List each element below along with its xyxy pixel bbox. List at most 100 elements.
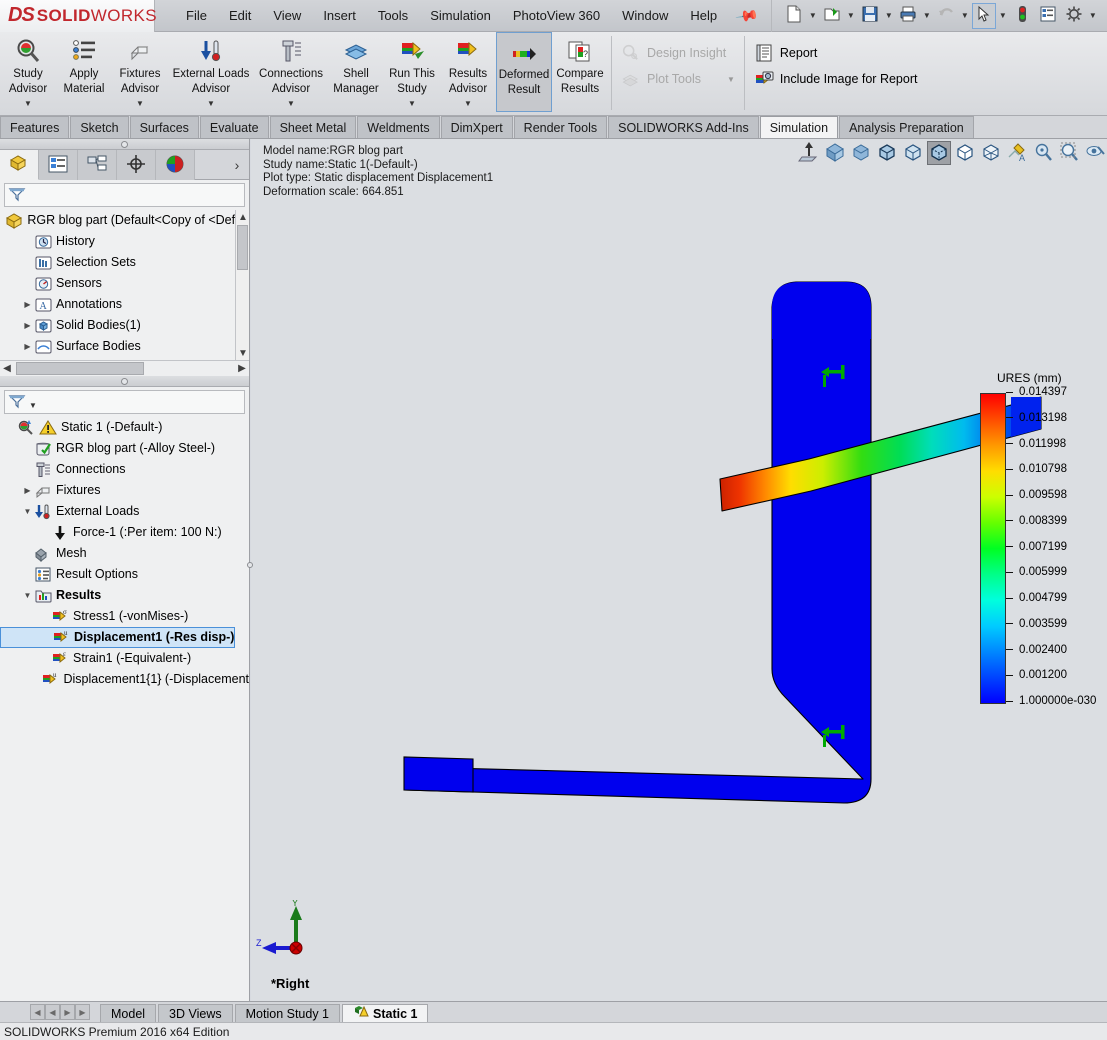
- tree-item-static-1-default-[interactable]: Static 1 (-Default-): [0, 417, 249, 438]
- tree-item-result-options[interactable]: Result Options: [0, 564, 249, 585]
- tree-item-displacement1-res-disp-[interactable]: u Displacement1 (-Res disp-): [0, 627, 236, 648]
- tab-weldments[interactable]: Weldments: [357, 116, 440, 138]
- results-advisor-button[interactable]: Results Advisor ▼: [440, 32, 496, 112]
- first-record-icon[interactable]: ◀: [30, 1004, 45, 1020]
- tree-item-surface-bodies[interactable]: ▶ Surface Bodies: [0, 336, 249, 357]
- tree-item-sensors[interactable]: Sensors: [0, 273, 249, 294]
- external-loads-advisor-button[interactable]: External Loads Advisor ▼: [168, 32, 254, 112]
- configuration-manager-tab[interactable]: [78, 150, 117, 180]
- chevron-right-icon[interactable]: ›: [225, 150, 249, 179]
- bottom-tab-motion-study-1[interactable]: Motion Study 1: [234, 1003, 341, 1023]
- menu-item-help[interactable]: Help: [679, 4, 728, 27]
- tab-solidworks-add-ins[interactable]: SOLIDWORKS Add-Ins: [608, 116, 759, 138]
- caret-down-icon[interactable]: ▼: [1088, 11, 1098, 20]
- dimxpert-manager-tab[interactable]: [117, 150, 156, 180]
- model-geometry[interactable]: [251, 139, 1107, 1001]
- vscroll-thumb[interactable]: [237, 225, 248, 270]
- tab-sheet-metal[interactable]: Sheet Metal: [269, 116, 357, 138]
- tree-item-fixtures[interactable]: ▶ Fixtures: [0, 480, 249, 501]
- study-advisor-button[interactable]: Study Advisor ▼: [0, 32, 56, 112]
- feature-manager-tab[interactable]: [0, 150, 39, 180]
- tab-render-tools[interactable]: Render Tools: [513, 116, 608, 138]
- tree-item-history[interactable]: History: [0, 231, 249, 252]
- study-tree-filter[interactable]: ▼: [4, 390, 245, 414]
- tree-item-selection-sets[interactable]: Selection Sets: [0, 252, 249, 273]
- previous-record-icon[interactable]: ◀: [45, 1004, 60, 1020]
- tree-twisty-down-icon[interactable]: ▼: [21, 591, 34, 600]
- property-manager-tab[interactable]: [39, 150, 78, 180]
- bottom-tab-3d-views[interactable]: 3D Views: [158, 1003, 233, 1023]
- scroll-down-icon[interactable]: ▼: [236, 346, 249, 360]
- pin-icon[interactable]: 📌: [735, 3, 761, 29]
- filter-dropdown-caret-icon[interactable]: ▼: [29, 401, 37, 410]
- tree-item-rgr-blog-part-default-copy-of-[interactable]: RGR blog part (Default<Copy of <Defau: [0, 210, 249, 231]
- menu-item-tools[interactable]: Tools: [367, 4, 419, 27]
- dropdown-caret-icon[interactable]: ▼: [464, 99, 472, 112]
- caret-down-icon[interactable]: ▼: [922, 11, 932, 20]
- menu-item-simulation[interactable]: Simulation: [419, 4, 502, 27]
- tab-features[interactable]: Features: [0, 116, 70, 138]
- options-button[interactable]: [1062, 3, 1086, 29]
- undo-button[interactable]: [934, 3, 958, 29]
- tab-surfaces[interactable]: Surfaces: [129, 116, 199, 138]
- print-button[interactable]: [896, 3, 920, 29]
- tree-item-force-1-per-item-100-n-[interactable]: Force-1 (:Per item: 100 N:): [0, 522, 249, 543]
- bottom-tab-static-1[interactable]: Static 1: [342, 1003, 429, 1023]
- tab-simulation[interactable]: Simulation: [759, 116, 839, 138]
- tab-analysis-preparation[interactable]: Analysis Preparation: [839, 116, 974, 138]
- menu-item-insert[interactable]: Insert: [312, 4, 367, 27]
- menu-item-window[interactable]: Window: [611, 4, 679, 27]
- tree-twisty-right-icon[interactable]: ▶: [21, 342, 34, 351]
- graphics-panel-splitter[interactable]: [245, 545, 255, 585]
- tree-item-stress1-vonmises-[interactable]: σ Stress1 (-vonMises-): [0, 606, 249, 627]
- feature-tree-hscrollbar[interactable]: ◀ ▶: [0, 360, 249, 376]
- new-document-button[interactable]: [782, 3, 806, 29]
- dropdown-caret-icon[interactable]: ▼: [207, 99, 215, 112]
- bottom-tab-model[interactable]: Model: [100, 1003, 157, 1023]
- tree-twisty-right-icon[interactable]: ▶: [21, 321, 34, 330]
- scroll-up-icon[interactable]: ▲: [236, 210, 249, 224]
- dropdown-caret-icon[interactable]: ▼: [408, 99, 416, 112]
- tree-item-solid-bodies-1-[interactable]: ▶ Solid Bodies(1): [0, 315, 249, 336]
- save-button[interactable]: [858, 3, 882, 29]
- tree-item-connections[interactable]: Connections: [0, 459, 249, 480]
- tree-item-strain1-equivalent-[interactable]: ε Strain1 (-Equivalent-): [0, 648, 249, 669]
- caret-down-icon[interactable]: ▼: [846, 11, 856, 20]
- panel-splitter-top[interactable]: [0, 139, 249, 150]
- hscroll-thumb[interactable]: [16, 362, 144, 375]
- menu-item-photoview-360[interactable]: PhotoView 360: [502, 4, 611, 27]
- tree-twisty-right-icon[interactable]: ▶: [21, 300, 34, 309]
- shell-manager-button[interactable]: Shell Manager: [328, 32, 384, 112]
- tree-item-rgr-blog-part-alloy-steel-[interactable]: RGR blog part (-Alloy Steel-): [0, 438, 249, 459]
- connections-advisor-button[interactable]: Connections Advisor ▼: [254, 32, 328, 112]
- graphics-area[interactable]: Model name:RGR blog part Study name:Stati…: [251, 139, 1107, 1001]
- scroll-right-icon[interactable]: ▶: [235, 362, 249, 376]
- caret-down-icon[interactable]: ▼: [884, 11, 894, 20]
- rebuild-button[interactable]: [1010, 3, 1034, 29]
- caret-down-icon[interactable]: ▼: [998, 11, 1008, 20]
- select-button[interactable]: [971, 2, 996, 29]
- menu-item-edit[interactable]: Edit: [218, 4, 262, 27]
- options-display-button[interactable]: [1036, 3, 1060, 29]
- run-this-study-button[interactable]: Run This Study ▼: [384, 32, 440, 112]
- dropdown-caret-icon[interactable]: ▼: [136, 99, 144, 112]
- report-button[interactable]: Report: [748, 40, 924, 66]
- deformed-result-button[interactable]: Deformed Result: [496, 32, 552, 112]
- fixtures-advisor-button[interactable]: Fixtures Advisor ▼: [112, 32, 168, 112]
- tree-item-external-loads[interactable]: ▼ External Loads: [0, 501, 249, 522]
- open-document-button[interactable]: [820, 3, 844, 29]
- menu-item-view[interactable]: View: [262, 4, 312, 27]
- display-manager-tab[interactable]: [156, 150, 195, 180]
- tree-item-mesh[interactable]: Mesh: [0, 543, 249, 564]
- caret-down-icon[interactable]: ▼: [960, 11, 970, 20]
- dropdown-caret-icon[interactable]: ▼: [24, 99, 32, 112]
- last-record-icon[interactable]: ▶: [75, 1004, 90, 1020]
- scroll-left-icon[interactable]: ◀: [0, 362, 14, 376]
- dropdown-caret-icon[interactable]: ▼: [287, 99, 295, 112]
- tree-item-annotations[interactable]: ▶ A Annotations: [0, 294, 249, 315]
- caret-down-icon[interactable]: ▼: [808, 11, 818, 20]
- solidworks-logo[interactable]: DS SOLID WORKS: [0, 0, 157, 32]
- tree-twisty-down-icon[interactable]: ▼: [21, 507, 34, 516]
- next-record-icon[interactable]: ▶: [60, 1004, 75, 1020]
- feature-tree-vscrollbar[interactable]: ▲ ▼: [235, 210, 249, 360]
